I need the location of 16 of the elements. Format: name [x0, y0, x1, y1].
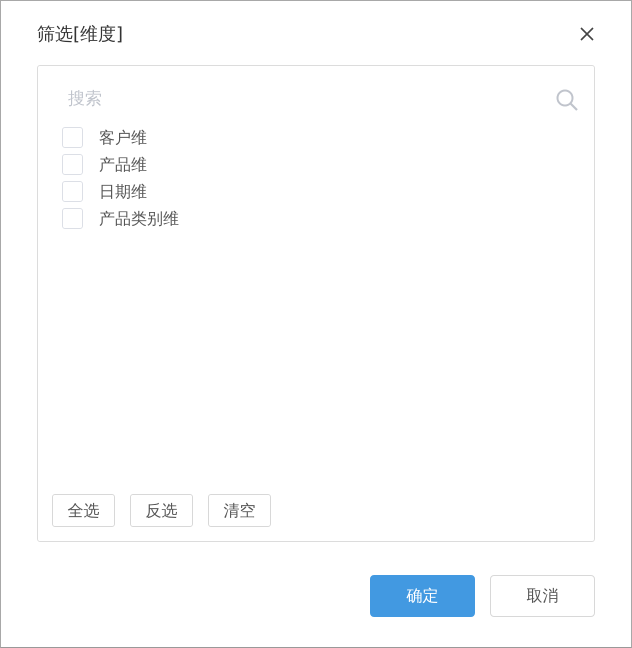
checkbox[interactable] — [62, 154, 83, 175]
selection-button[interactable]: 清空 — [208, 494, 271, 527]
selection-button[interactable]: 全选 — [52, 494, 115, 527]
close-icon[interactable] — [579, 26, 595, 42]
checkbox[interactable] — [62, 181, 83, 202]
checkbox[interactable] — [62, 208, 83, 229]
option-label[interactable]: 产品维 — [99, 152, 147, 176]
selection-button[interactable]: 反选 — [130, 494, 193, 527]
option-label[interactable]: 日期维 — [99, 180, 147, 204]
option-label[interactable]: 客户维 — [99, 126, 147, 150]
search-field[interactable]: 搜索 — [66, 86, 556, 114]
cancel-button[interactable]: 取消 — [490, 575, 595, 617]
option-label[interactable]: 产品类别维 — [99, 206, 179, 230]
checkbox[interactable] — [62, 127, 83, 148]
search-icon[interactable] — [556, 89, 578, 111]
dialog-title: 筛选[维度] — [37, 22, 124, 46]
